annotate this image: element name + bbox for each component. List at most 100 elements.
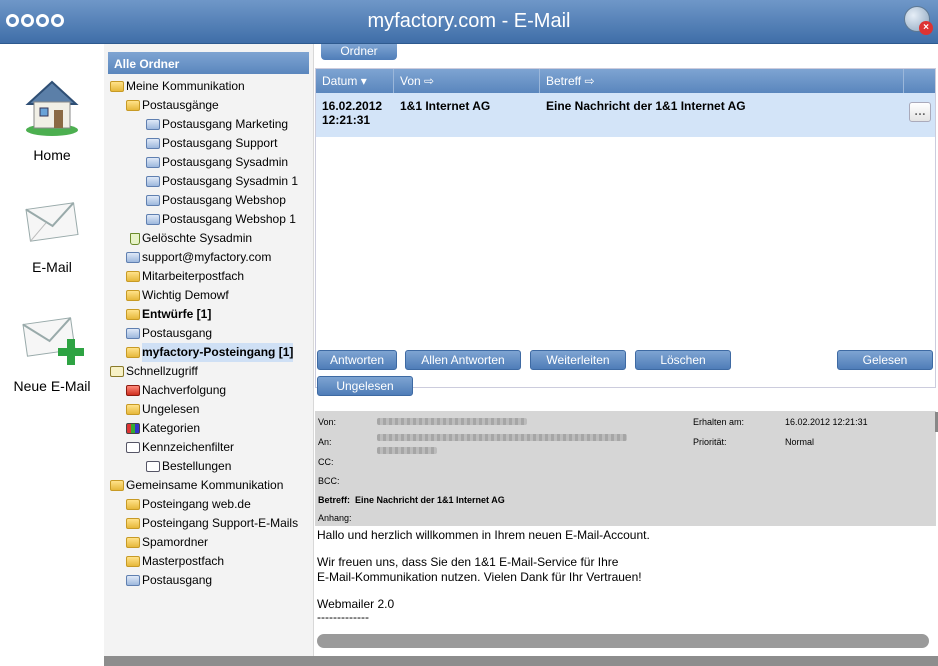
- quick-access-icon: [110, 366, 124, 377]
- body-horizontal-scrollbar[interactable]: [317, 634, 929, 648]
- categories-icon: [126, 423, 140, 434]
- anhang-label: Anhang:: [318, 513, 352, 523]
- erhalten-value: 16.02.2012 12:21:31: [785, 417, 868, 427]
- trash-icon: [130, 232, 140, 245]
- title-bar: myfactory.com - E-Mail ×: [0, 0, 938, 44]
- envelope-icon: [25, 202, 79, 242]
- outbox-icon: [146, 195, 160, 206]
- folder-icon: [110, 81, 124, 92]
- folder-icon: [126, 100, 140, 111]
- tree-item-postausgang-shared[interactable]: Postausgang: [108, 571, 313, 590]
- inbox-folder-icon: [126, 347, 140, 358]
- an-label: An:: [318, 437, 332, 447]
- tree-item-geloeschte-sysadmin[interactable]: Gelöschte Sysadmin: [108, 229, 313, 248]
- tree-item-postausgang[interactable]: Postausgang: [108, 324, 313, 343]
- tree-item-myfactory-posteingang[interactable]: myfactory-Posteingang [1]: [108, 343, 313, 362]
- tree-item-postausgang-sysadmin-1[interactable]: Postausgang Sysadmin 1: [108, 172, 313, 191]
- tree-item-postausgaenge[interactable]: Postausgänge: [108, 96, 313, 115]
- action-bar: Antworten Allen Antworten Weiterleiten L…: [315, 348, 938, 404]
- tree-item-entwuerfe[interactable]: Entwürfe [1]: [108, 305, 313, 324]
- inbox-folder-icon: [126, 556, 140, 567]
- nav-email[interactable]: E-Mail: [0, 194, 104, 275]
- sort-icon: ▾: [360, 74, 367, 88]
- tree-item-schnellzugriff[interactable]: Schnellzugriff: [108, 362, 313, 381]
- nav-home[interactable]: Home: [0, 74, 104, 163]
- sort-icon: ⇨: [584, 74, 595, 88]
- body-line: Hallo und herzlich willkommen in Ihrem n…: [317, 528, 650, 542]
- tree-item-posteingang-webde[interactable]: Posteingang web.de: [108, 495, 313, 514]
- cell-betreff: Eine Nachricht der 1&1 Internet AG: [546, 99, 746, 113]
- tree-item-postausgang-webshop-1[interactable]: Postausgang Webshop 1: [108, 210, 313, 229]
- bcc-label: BCC:: [318, 476, 340, 486]
- gelesen-button[interactable]: Gelesen: [837, 350, 933, 370]
- ordner-button[interactable]: Ordner: [321, 44, 397, 60]
- nav-new-email[interactable]: Neue E-Mail: [0, 309, 104, 394]
- outbox-icon: [146, 157, 160, 168]
- tree-item-support-myfactory[interactable]: support@myfactory.com: [108, 248, 313, 267]
- tree-item-postausgang-marketing[interactable]: Postausgang Marketing: [108, 115, 313, 134]
- column-von[interactable]: Von ⇨: [394, 69, 540, 93]
- prioritaet-label: Priorität:: [693, 437, 727, 447]
- new-mail-icon: [22, 317, 84, 365]
- inbox-folder-icon: [126, 271, 140, 282]
- allen-antworten-button[interactable]: Allen Antworten: [405, 350, 521, 370]
- column-actions: [904, 69, 935, 93]
- bottom-status-bar: [104, 656, 938, 666]
- weiterleiten-button[interactable]: Weiterleiten: [530, 350, 626, 370]
- nav-email-label: E-Mail: [32, 259, 72, 275]
- folder-tree: Alle Ordner Meine Kommunikation Postausg…: [104, 44, 314, 656]
- tree-item-kennzeichenfilter[interactable]: Kennzeichenfilter: [108, 438, 313, 457]
- folder-icon: [126, 290, 140, 301]
- tree-item-ungelesen[interactable]: Ungelesen: [108, 400, 313, 419]
- filter-icon: [126, 442, 140, 453]
- row-more-button[interactable]: …: [909, 102, 931, 122]
- tree-item-mitarbeiterpostfach[interactable]: Mitarbeiterpostfach: [108, 267, 313, 286]
- disconnect-globe-icon[interactable]: ×: [904, 6, 933, 35]
- redacted-recipient: [377, 434, 627, 441]
- cell-datum: 16.02.2012 12:21:31: [322, 99, 383, 127]
- outbox-icon: [146, 214, 160, 225]
- tree-item-kategorien[interactable]: Kategorien: [108, 419, 313, 438]
- nav-new-email-label: Neue E-Mail: [13, 378, 91, 394]
- mail-content: Ordner Datum ▾ Von ⇨ Betreff ⇨ 16.02.201…: [315, 44, 938, 656]
- loeschen-button[interactable]: Löschen: [635, 350, 731, 370]
- folder-icon: [110, 480, 124, 491]
- column-datum[interactable]: Datum ▾: [316, 69, 394, 93]
- outbox-icon: [126, 575, 140, 586]
- window-title: myfactory.com - E-Mail: [367, 10, 571, 32]
- tree-item-posteingang-support-emails[interactable]: Posteingang Support-E-Mails: [108, 514, 313, 533]
- tree-item-postausgang-sysadmin[interactable]: Postausgang Sysadmin: [108, 153, 313, 172]
- outbox-icon: [126, 328, 140, 339]
- tree-item-postausgang-support[interactable]: Postausgang Support: [108, 134, 313, 153]
- tree-item-wichtig-demowf[interactable]: Wichtig Demowf: [108, 286, 313, 305]
- tree-item-postausgang-webshop[interactable]: Postausgang Webshop: [108, 191, 313, 210]
- mail-header: Von: An: CC: BCC: Betreff: Eine Nachrich…: [315, 411, 936, 526]
- betreff-label: Betreff:: [318, 495, 351, 505]
- cell-von: 1&1 Internet AG: [400, 99, 491, 113]
- tree-item-meine-kommunikation[interactable]: Meine Kommunikation: [108, 77, 313, 96]
- outbox-icon: [146, 138, 160, 149]
- house-icon: [25, 80, 79, 136]
- cc-label: CC:: [318, 457, 334, 467]
- body-line: Webmailer 2.0: [317, 597, 395, 611]
- outbox-icon: [146, 176, 160, 187]
- nav-home-label: Home: [33, 147, 71, 163]
- message-list-header: Datum ▾ Von ⇨ Betreff ⇨: [316, 69, 935, 93]
- filter-icon: [146, 461, 160, 472]
- outbox-icon: [126, 252, 140, 263]
- ungelesen-button[interactable]: Ungelesen: [317, 376, 413, 396]
- body-line: E-Mail-Kommunikation nutzen. Vielen Dank…: [317, 570, 642, 584]
- antworten-button[interactable]: Antworten: [317, 350, 397, 370]
- column-betreff[interactable]: Betreff ⇨: [540, 69, 904, 93]
- tree-item-masterpostfach[interactable]: Masterpostfach: [108, 552, 313, 571]
- tree-item-gemeinsame-kommunikation[interactable]: Gemeinsame Kommunikation: [108, 476, 313, 495]
- tree-item-bestellungen[interactable]: Bestellungen: [108, 457, 313, 476]
- tree-item-nachverfolgung[interactable]: Nachverfolgung: [108, 381, 313, 400]
- inbox-folder-icon: [126, 499, 140, 510]
- unread-icon: [126, 404, 140, 415]
- tree-item-spamordner[interactable]: Spamordner: [108, 533, 313, 552]
- von-label: Von:: [318, 417, 337, 427]
- table-row[interactable]: 16.02.2012 12:21:31 1&1 Internet AG Eine…: [316, 93, 935, 137]
- outbox-icon: [146, 119, 160, 130]
- betreff-value: Eine Nachricht der 1&1 Internet AG: [355, 495, 505, 505]
